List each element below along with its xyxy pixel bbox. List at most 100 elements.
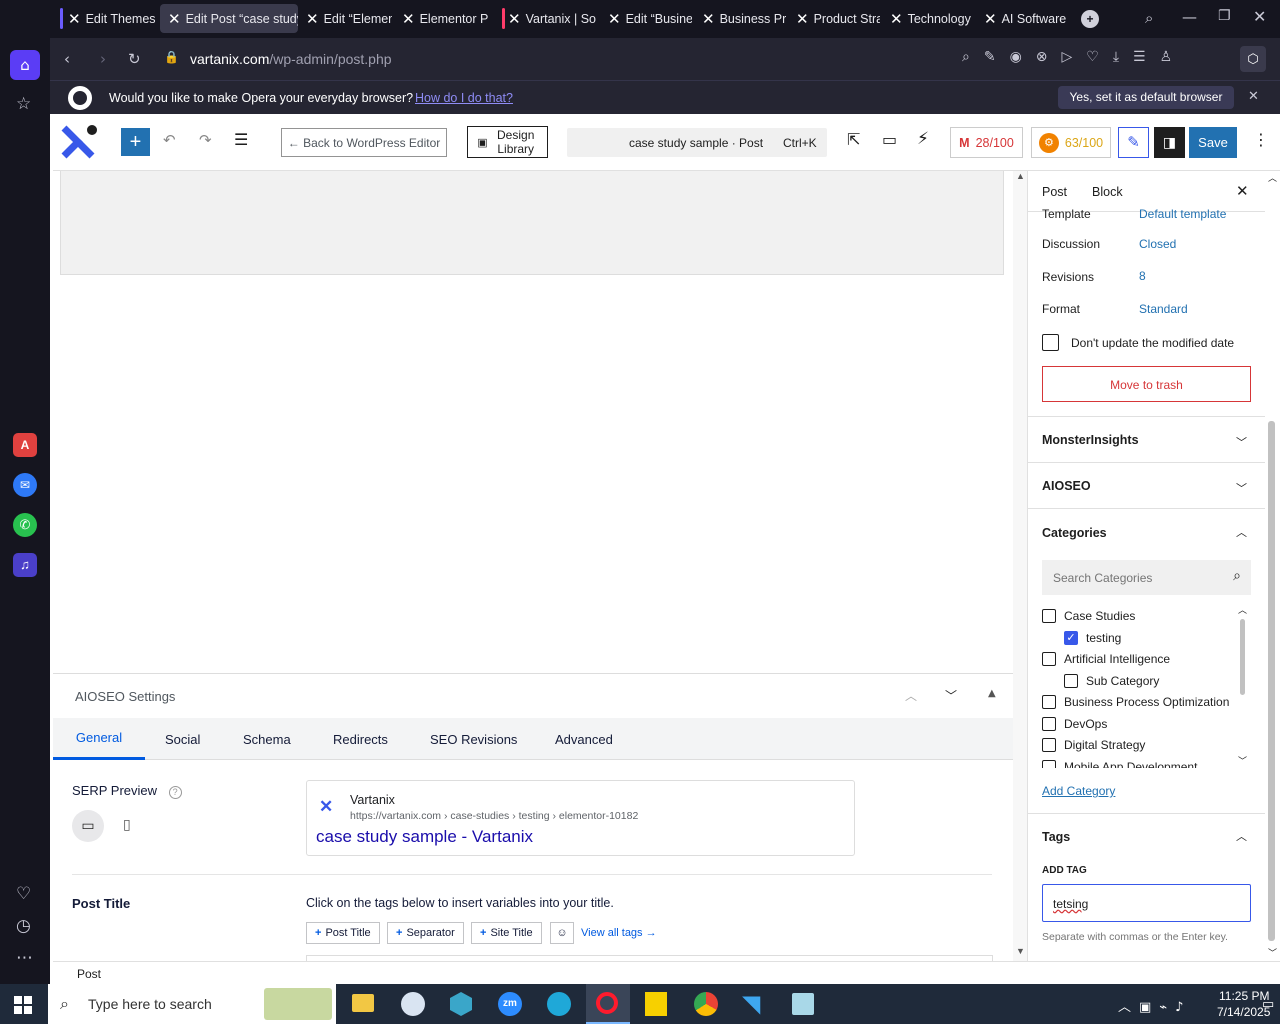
chevron-down-icon[interactable]: ﹀ xyxy=(1236,480,1247,496)
music-player-icon[interactable]: ♫ xyxy=(13,553,37,577)
scroll-up-arrow[interactable]: ▲ xyxy=(1016,171,1025,181)
panel-toggle-icon[interactable]: ▲ xyxy=(988,688,996,699)
set-default-button[interactable]: Yes, set it as default browser xyxy=(1058,86,1234,109)
template-value[interactable]: Default template xyxy=(1139,207,1226,221)
tab-seo-revisions[interactable]: SEO Revisions xyxy=(430,718,517,760)
browser-tab[interactable]: ✕ Business Pro xyxy=(694,4,786,33)
insert-post-title-button[interactable]: + Post Title xyxy=(306,922,380,944)
whatsapp-icon[interactable]: ✆ xyxy=(13,513,37,537)
undo-icon[interactable]: ↶ xyxy=(163,131,176,149)
category-scroll-down[interactable]: ﹀ xyxy=(1238,754,1247,767)
new-tab-button[interactable]: + xyxy=(1081,10,1099,28)
opera-taskbar-icon[interactable] xyxy=(586,984,630,1024)
elementor-logo-icon[interactable] xyxy=(61,124,99,160)
sidebar-scroll-down[interactable]: ﹀ xyxy=(1268,946,1277,959)
app-gem-icon[interactable] xyxy=(450,992,472,1016)
category-checkbox[interactable] xyxy=(1042,609,1056,623)
add-block-button[interactable]: + xyxy=(121,128,150,156)
file-explorer-icon[interactable] xyxy=(352,994,374,1012)
document-overview-icon[interactable]: ☰ xyxy=(234,130,248,149)
minimize-button[interactable]: — xyxy=(1182,8,1197,26)
category-scrollbar[interactable] xyxy=(1240,619,1245,695)
monsterinsights-panel-title[interactable]: MonsterInsights xyxy=(1042,433,1139,447)
browser-tab[interactable]: ✕ Elementor P xyxy=(394,4,494,33)
add-tag-input[interactable]: tetsing xyxy=(1042,884,1251,922)
seo-score-badge[interactable]: M 28/100 xyxy=(950,127,1023,158)
home-icon[interactable]: ⌂ xyxy=(10,50,40,80)
category-checkbox[interactable] xyxy=(1042,652,1056,666)
how-to-link[interactable]: How do I do that? xyxy=(415,91,513,105)
edge-browser-icon[interactable] xyxy=(547,992,571,1016)
vscode-icon[interactable]: ◥ xyxy=(743,992,767,1016)
scroll-down-arrow[interactable]: ▼ xyxy=(1016,946,1025,956)
browser-tab[interactable]: ✕ Product Stra xyxy=(788,4,880,33)
sidebar-tab-post[interactable]: Post xyxy=(1042,185,1067,199)
forward-arrow-icon[interactable]: › xyxy=(100,50,106,68)
format-value[interactable]: Standard xyxy=(1139,302,1188,316)
browser-tab[interactable]: ✕ Edit Themes xyxy=(60,4,158,33)
category-checkbox[interactable]: ✓ xyxy=(1064,630,1078,645)
tags-panel-title[interactable]: Tags xyxy=(1042,830,1070,844)
history-clock-icon[interactable]: ◷ xyxy=(16,916,31,936)
sidebar-scroll-thumb[interactable] xyxy=(1268,421,1275,941)
chrome-browser-icon[interactable] xyxy=(694,992,718,1016)
browser-tab[interactable]: ✕ AI Software xyxy=(976,4,1072,33)
design-library-button[interactable]: ▣ Design Library xyxy=(467,126,548,158)
category-scroll-up[interactable]: ︿ xyxy=(1238,603,1247,616)
more-dots-icon[interactable]: ⋯ xyxy=(16,948,33,968)
view-all-tags-link[interactable]: View all tags → xyxy=(581,927,657,939)
back-arrow-icon[interactable]: ‹ xyxy=(64,50,70,68)
taskbar-search[interactable]: ⌕ Type here to search xyxy=(48,984,336,1024)
reload-icon[interactable]: ↻ xyxy=(128,50,141,68)
notepad-icon[interactable] xyxy=(792,993,814,1015)
emoji-picker-button[interactable]: ☺ xyxy=(550,922,574,944)
add-category-link[interactable]: Add Category xyxy=(1042,784,1115,798)
redo-icon[interactable]: ↷ xyxy=(199,131,212,149)
notifications-icon[interactable]: ▭ xyxy=(1262,996,1274,1012)
tab-redirects[interactable]: Redirects xyxy=(333,718,388,760)
insert-site-title-button[interactable]: + Site Title xyxy=(471,922,542,944)
mobile-preview-icon[interactable]: ▯ xyxy=(123,817,131,833)
categories-panel-title[interactable]: Categories xyxy=(1042,526,1107,540)
options-menu-icon[interactable]: ⋮ xyxy=(1253,130,1269,149)
close-sidebar-icon[interactable]: ✕ xyxy=(1236,182,1249,200)
search-categories-input[interactable]: Search Categories ⌕ xyxy=(1042,560,1251,595)
dont-update-checkbox[interactable] xyxy=(1042,334,1059,351)
extensions-icon[interactable]: ⬡ xyxy=(1240,46,1266,72)
category-checkbox[interactable] xyxy=(1064,673,1078,688)
category-checkbox[interactable] xyxy=(1042,738,1056,752)
sticky-notes-icon[interactable] xyxy=(645,992,667,1016)
browser-tab[interactable]: ✕ Technology xyxy=(882,4,974,33)
help-icon[interactable]: ? xyxy=(168,786,182,799)
back-to-wp-editor-button[interactable]: ← Back to WordPress Editor xyxy=(281,128,447,157)
editor-scrollbar-track[interactable]: ▲ ▼ xyxy=(1013,171,1027,961)
category-checkbox[interactable] xyxy=(1042,759,1056,768)
chevron-down-icon[interactable]: ﹀ xyxy=(1236,434,1247,450)
tab-general[interactable]: General xyxy=(53,718,145,760)
chevron-up-icon[interactable]: ︿ xyxy=(1236,524,1247,540)
command-palette[interactable]: case study sample · Post Ctrl+K xyxy=(567,128,827,157)
aioseo-score-badge[interactable]: ⚙ 63/100 xyxy=(1031,127,1111,158)
save-button[interactable]: Save xyxy=(1189,127,1237,158)
preview-device-icon[interactable]: ▭ xyxy=(882,130,897,149)
aria-icon[interactable]: A xyxy=(13,433,37,457)
close-banner-icon[interactable]: ✕ xyxy=(1248,89,1259,104)
insert-separator-button[interactable]: + Separator xyxy=(387,922,464,944)
move-to-trash-button[interactable]: Move to trash xyxy=(1042,366,1251,402)
browser-tab[interactable]: ✕ Vartanix | So xyxy=(500,4,598,33)
sidebar-scrollbar[interactable]: ︿ ﹀ xyxy=(1265,171,1280,961)
ai-wand-button[interactable]: ✎ xyxy=(1118,127,1149,158)
category-checkbox[interactable] xyxy=(1042,695,1056,709)
close-window-button[interactable]: ✕ xyxy=(1253,7,1266,26)
sidebar-tab-block[interactable]: Block xyxy=(1092,185,1123,199)
desktop-preview-icon[interactable]: ▭ xyxy=(72,810,104,842)
browser-tab[interactable]: ✕ Edit Post “case study xyxy=(160,4,298,33)
paint-app-icon[interactable] xyxy=(401,992,425,1016)
speed-icon[interactable]: ⚡ xyxy=(917,129,929,149)
tab-social[interactable]: Social xyxy=(165,718,200,760)
category-checkbox[interactable] xyxy=(1042,716,1056,731)
maximize-button[interactable]: ❐ xyxy=(1218,8,1231,24)
address-tools-icons[interactable]: ⌕✎◉⊗▷♡⤓☰♙ xyxy=(962,49,1186,65)
tab-advanced[interactable]: Advanced xyxy=(555,718,613,760)
aioseo-panel-title[interactable]: AIOSEO xyxy=(1042,479,1091,493)
